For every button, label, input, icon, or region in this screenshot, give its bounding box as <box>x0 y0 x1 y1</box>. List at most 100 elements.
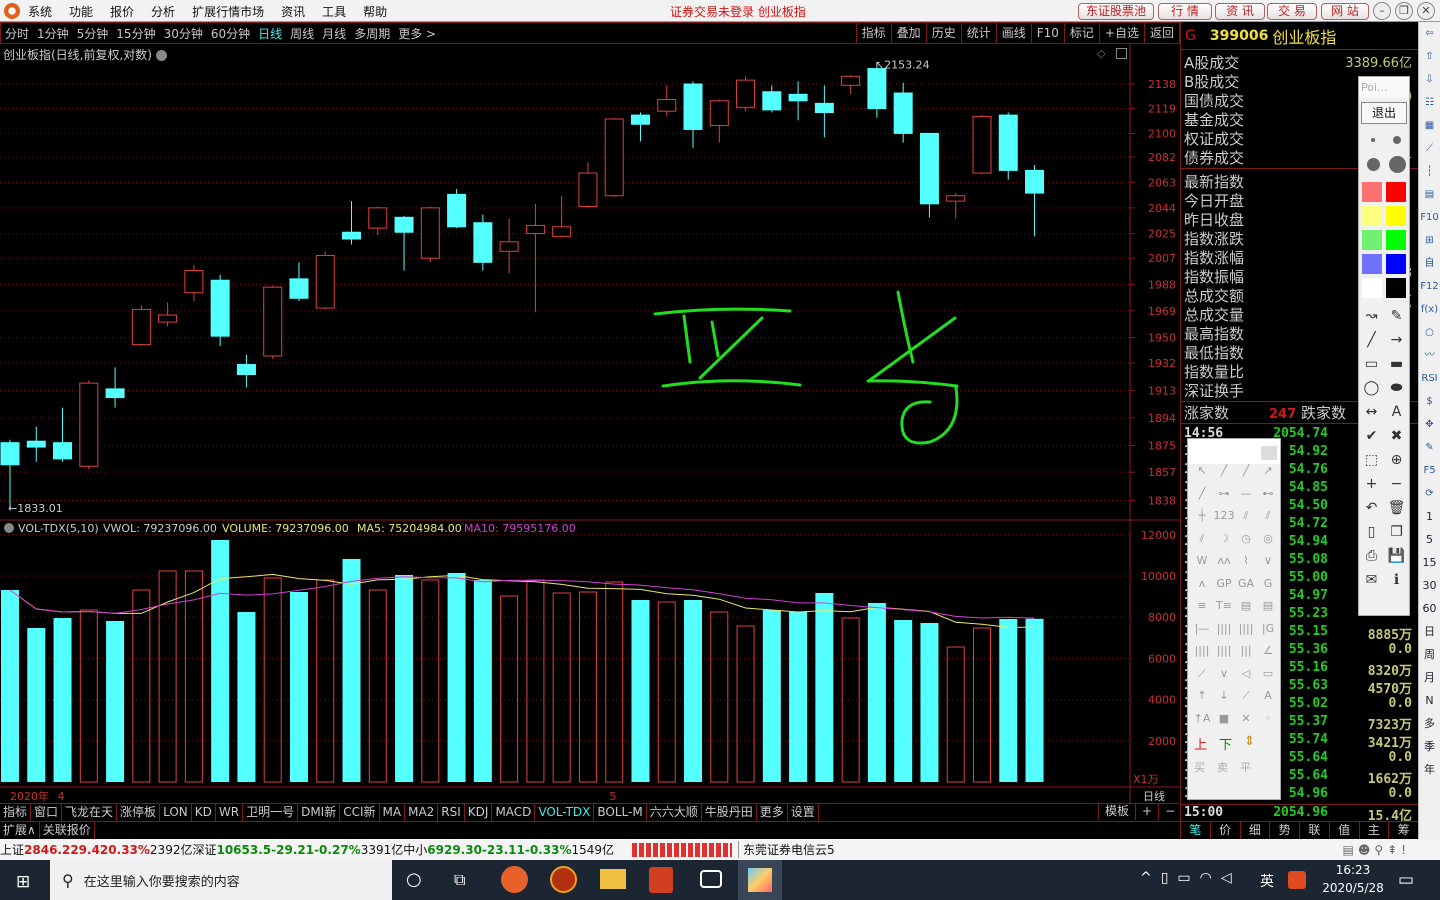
draw-tool-icon[interactable]: ◦ <box>1257 712 1279 735</box>
top-button[interactable]: 东证股票池 <box>1078 3 1154 20</box>
paint-tool-icon[interactable]: ⎙ <box>1359 548 1384 572</box>
indicator-tool-button[interactable]: 模板 <box>1098 803 1135 820</box>
indicator-tab[interactable]: CCI新 <box>340 804 380 821</box>
candle[interactable] <box>473 214 493 271</box>
menu-item[interactable]: 帮助 <box>363 3 387 20</box>
period-shortcut[interactable]: 季 <box>1424 735 1435 758</box>
period-shortcut[interactable]: 5 <box>1426 528 1433 551</box>
candle[interactable] <box>919 132 939 218</box>
draw-tool-icon[interactable]: ↗ <box>1257 464 1279 487</box>
draw-tool-icon[interactable]: ◁ <box>1235 667 1257 690</box>
period-tab[interactable]: 日线 <box>258 25 282 42</box>
candle[interactable] <box>158 302 178 327</box>
candle[interactable] <box>105 367 125 408</box>
chart-tool-button[interactable]: 画线 <box>995 23 1031 43</box>
draw-tool-icon[interactable]: ⟋ <box>1191 667 1213 690</box>
period-tab[interactable]: 周线 <box>290 25 314 42</box>
paint-tool-icon[interactable]: 🗑 <box>1384 500 1409 524</box>
draw-tool-icon[interactable]: ╱ <box>1213 464 1235 487</box>
toolbar-icon[interactable]: 自 <box>1425 252 1435 275</box>
candle[interactable] <box>788 81 808 121</box>
toolbar-icon[interactable]: $ <box>1426 390 1432 413</box>
indicator-tab[interactable]: 指标 <box>0 804 32 821</box>
notification-icon[interactable]: ▭ <box>1398 870 1414 890</box>
toolbar-icon[interactable]: ⟳ <box>1425 482 1433 505</box>
chart-tool-button[interactable]: 历史 <box>925 23 961 43</box>
indicator-tab[interactable]: 窗口 <box>31 804 63 821</box>
paint-tool-icon[interactable]: ⬬ <box>1384 380 1409 404</box>
draw-tool-icon[interactable]: ≡ <box>1191 599 1213 622</box>
top-button[interactable]: 资 讯 <box>1215 3 1265 20</box>
toolbar-icon[interactable]: F12 <box>1420 275 1438 298</box>
trade-mark-icon[interactable]: 卖 <box>1217 759 1228 775</box>
candle[interactable] <box>657 85 677 117</box>
draw-tool-icon[interactable]: |||| <box>1235 622 1257 645</box>
exit-button[interactable]: 退出 <box>1361 102 1407 124</box>
color-swatch[interactable] <box>1386 254 1406 274</box>
indicator-tab[interactable]: LON <box>160 804 192 821</box>
status-icons[interactable]: ▤☻⚲⇞! <box>1342 843 1410 857</box>
toolbar-icon[interactable]: F10 <box>1420 206 1438 229</box>
chart-tool-button[interactable]: 叠加 <box>890 23 926 43</box>
draw-tool-icon[interactable]: ⌇ <box>1235 554 1257 577</box>
draw-tool-icon[interactable]: ☽ <box>1213 532 1235 555</box>
toolbar-icon[interactable]: F5 <box>1423 459 1435 482</box>
period-tab[interactable]: 15分钟 <box>116 25 155 42</box>
candle[interactable] <box>578 162 598 208</box>
draw-tool-icon[interactable]: ↑ <box>1191 689 1213 712</box>
toolbar-icon[interactable]: ⇩ <box>1425 68 1433 91</box>
top-button[interactable]: 行 情 <box>1158 3 1212 20</box>
toolbar-icon[interactable]: ⇦ <box>1425 22 1433 45</box>
draw-tool-icon[interactable]: ◷ <box>1235 532 1257 555</box>
draw-tool-icon[interactable]: ⫽ <box>1235 509 1257 532</box>
indicator-tool-button[interactable]: − <box>1158 803 1181 820</box>
draw-tool-icon[interactable]: ╱ <box>1191 487 1213 510</box>
paint-tool-icon[interactable]: ⬚ <box>1359 452 1384 476</box>
extension-tab[interactable]: 扩展∧ <box>0 822 40 839</box>
candle[interactable] <box>236 354 256 388</box>
sogou-ime-icon[interactable] <box>1288 871 1306 889</box>
toolbar-icon[interactable]: 〰 <box>1425 344 1435 367</box>
indicator-tab[interactable]: 牛股丹田 <box>702 804 757 821</box>
mark-tool-icon[interactable]: 上 <box>1194 734 1207 753</box>
paint-tool-icon[interactable]: A <box>1384 404 1409 428</box>
draw-tool-icon[interactable]: ◎ <box>1257 532 1279 555</box>
draw-tool-icon[interactable]: ⫽ <box>1191 532 1213 555</box>
draw-tool-icon[interactable]: ∠ <box>1257 644 1279 667</box>
paint-tool-icon[interactable]: → <box>1384 332 1409 356</box>
draw-tool-icon[interactable]: ⊶ <box>1213 487 1235 510</box>
chart-tool-button[interactable]: F10 <box>1030 23 1064 43</box>
draw-tool-icon[interactable]: ┼ <box>1191 509 1213 532</box>
indicator-tab[interactable]: 卫明一号 <box>243 804 299 821</box>
color-swatch[interactable] <box>1362 206 1382 226</box>
menu-item[interactable]: 分析 <box>151 3 175 20</box>
toolbar-icon[interactable]: ⇧ <box>1425 45 1433 68</box>
menu-item[interactable]: 报价 <box>110 3 134 20</box>
candle[interactable] <box>184 265 204 302</box>
paint-tool-icon[interactable]: 💾 <box>1384 548 1409 572</box>
chart-tool-button[interactable]: 统计 <box>960 23 996 43</box>
color-swatch[interactable] <box>1362 230 1382 250</box>
candle[interactable] <box>552 195 572 238</box>
draw-tool-icon[interactable]: |||| <box>1191 644 1213 667</box>
chevron-down-icon[interactable] <box>4 523 14 533</box>
candle[interactable] <box>762 85 782 113</box>
color-swatch[interactable] <box>1362 254 1382 274</box>
windows-start-icon[interactable]: ⊞ <box>16 872 30 892</box>
indicator-tab[interactable]: MA2 <box>405 804 439 821</box>
draw-tool-icon[interactable]: G <box>1257 577 1279 600</box>
color-swatch[interactable] <box>1386 182 1406 202</box>
period-tab[interactable]: 60分钟 <box>211 25 250 42</box>
panel-tab[interactable]: 值 <box>1330 822 1360 839</box>
trade-mark-icon[interactable]: 买 <box>1194 759 1205 775</box>
draw-tool-icon[interactable]: T≡ <box>1213 599 1235 622</box>
panel-tab[interactable]: 细 <box>1241 822 1271 839</box>
indicator-tab[interactable]: MACD <box>492 804 536 821</box>
candle[interactable] <box>630 112 650 142</box>
indicator-tab[interactable]: WR <box>216 804 244 821</box>
candle[interactable] <box>709 99 729 143</box>
toolbar-icon[interactable]: ┆ <box>1426 160 1432 183</box>
indicator-tab[interactable]: DMI新 <box>298 804 341 821</box>
paint-tool-icon[interactable]: ╱ <box>1359 332 1384 356</box>
tray-icons[interactable]: ^▯▭◠◁ <box>1140 870 1241 886</box>
